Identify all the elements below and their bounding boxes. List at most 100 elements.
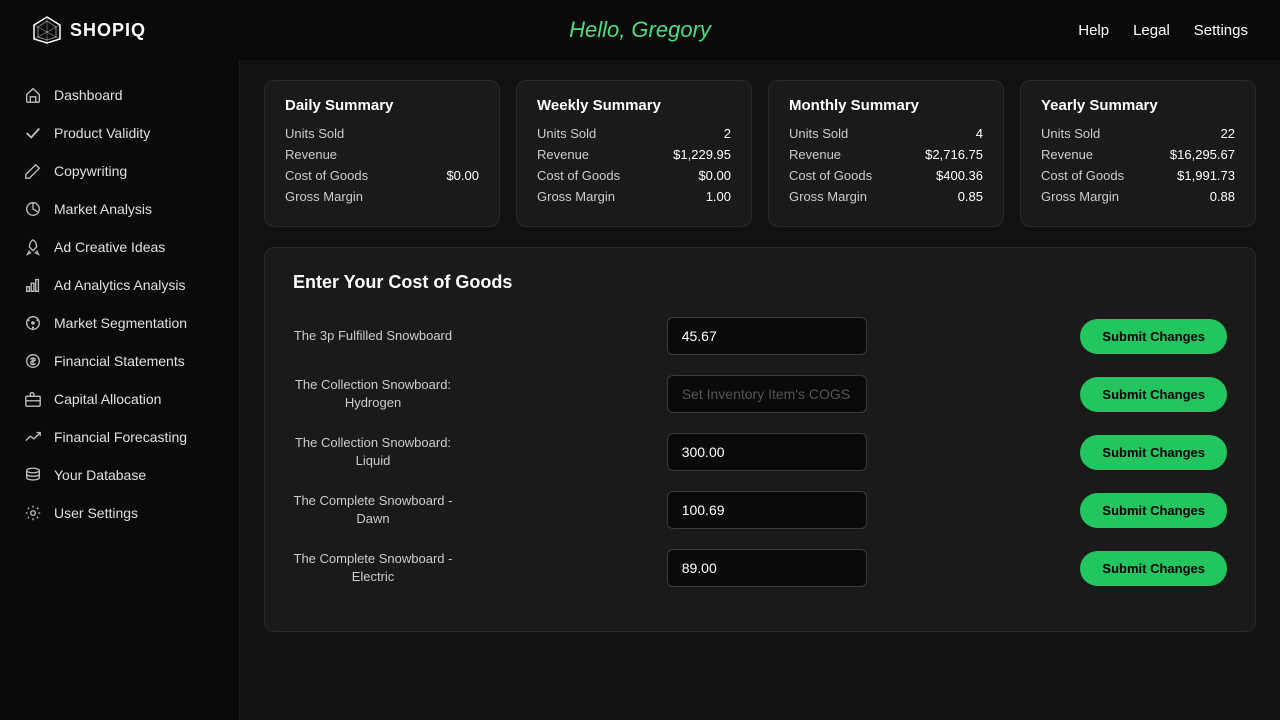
sidebar-item-financial-forecasting[interactable]: Financial Forecasting — [0, 418, 239, 456]
yearly-units-value: 22 — [1221, 126, 1235, 141]
cogs-input-3[interactable] — [667, 491, 867, 529]
sidebar-item-ad-analytics[interactable]: Ad Analytics Analysis — [0, 266, 239, 304]
monthly-summary-title: Monthly Summary — [789, 97, 983, 114]
sidebar-item-market-analysis[interactable]: Market Analysis — [0, 190, 239, 228]
yearly-revenue-value: $16,295.67 — [1170, 147, 1235, 162]
legal-link[interactable]: Legal — [1133, 22, 1170, 39]
daily-summary-title: Daily Summary — [285, 97, 479, 114]
circle-dots-icon — [24, 314, 42, 332]
monthly-margin-row: Gross Margin 0.85 — [789, 189, 983, 204]
weekly-margin-row: Gross Margin 1.00 — [537, 189, 731, 204]
sidebar-label-dashboard: Dashboard — [54, 87, 123, 103]
monthly-revenue-row: Revenue $2,716.75 — [789, 147, 983, 162]
yearly-revenue-label: Revenue — [1041, 147, 1093, 162]
weekly-revenue-label: Revenue — [537, 147, 589, 162]
yearly-units-label: Units Sold — [1041, 126, 1100, 141]
cogs-input-0[interactable] — [667, 317, 867, 355]
submit-btn-4[interactable]: Submit Changes — [1080, 551, 1227, 586]
settings-link[interactable]: Settings — [1194, 22, 1248, 39]
pencil-icon — [24, 162, 42, 180]
logo-icon — [32, 15, 62, 45]
layout: Dashboard Product Validity Copywriting M… — [0, 60, 1280, 720]
daily-summary-card: Daily Summary Units Sold Revenue Cost of… — [264, 80, 500, 227]
weekly-cogs-label: Cost of Goods — [537, 168, 620, 183]
weekly-summary-title: Weekly Summary — [537, 97, 731, 114]
check-icon — [24, 124, 42, 142]
sidebar-label-financial-forecasting: Financial Forecasting — [54, 429, 187, 445]
monthly-margin-label: Gross Margin — [789, 189, 867, 204]
yearly-cogs-value: $1,991.73 — [1177, 168, 1235, 183]
product-name-1: The Collection Snowboard: Hydrogen — [293, 376, 453, 412]
sidebar: Dashboard Product Validity Copywriting M… — [0, 60, 240, 720]
monthly-units-value: 4 — [976, 126, 983, 141]
cogs-row-0: The 3p Fulfilled Snowboard Submit Change… — [293, 317, 1227, 355]
sidebar-label-copywriting: Copywriting — [54, 163, 127, 179]
submit-btn-0[interactable]: Submit Changes — [1080, 319, 1227, 354]
weekly-margin-value: 1.00 — [706, 189, 731, 204]
sidebar-label-market-segmentation: Market Segmentation — [54, 315, 187, 331]
daily-units-row: Units Sold — [285, 126, 479, 141]
sidebar-item-copywriting[interactable]: Copywriting — [0, 152, 239, 190]
yearly-cogs-label: Cost of Goods — [1041, 168, 1124, 183]
main-content: Daily Summary Units Sold Revenue Cost of… — [240, 60, 1280, 720]
daily-cogs-value: $0.00 — [446, 168, 479, 183]
product-name-0: The 3p Fulfilled Snowboard — [293, 327, 453, 345]
yearly-summary-card: Yearly Summary Units Sold 22 Revenue $16… — [1020, 80, 1256, 227]
home-icon — [24, 86, 42, 104]
submit-btn-2[interactable]: Submit Changes — [1080, 435, 1227, 470]
help-link[interactable]: Help — [1078, 22, 1109, 39]
weekly-units-row: Units Sold 2 — [537, 126, 731, 141]
yearly-margin-value: 0.88 — [1210, 189, 1235, 204]
monthly-units-row: Units Sold 4 — [789, 126, 983, 141]
monthly-units-label: Units Sold — [789, 126, 848, 141]
weekly-cogs-value: $0.00 — [698, 168, 731, 183]
header-nav: Help Legal Settings — [1078, 22, 1248, 39]
gear-icon — [24, 504, 42, 522]
monthly-revenue-value: $2,716.75 — [925, 147, 983, 162]
monthly-cogs-value: $400.36 — [936, 168, 983, 183]
product-name-4: The Complete Snowboard - Electric — [293, 550, 453, 586]
cogs-row-3: The Complete Snowboard - Dawn Submit Cha… — [293, 491, 1227, 529]
yearly-units-row: Units Sold 22 — [1041, 126, 1235, 141]
cogs-input-4[interactable] — [667, 549, 867, 587]
sidebar-label-your-database: Your Database — [54, 467, 146, 483]
sidebar-item-user-settings[interactable]: User Settings — [0, 494, 239, 532]
sidebar-item-product-validity[interactable]: Product Validity — [0, 114, 239, 152]
cogs-input-1[interactable] — [667, 375, 867, 413]
greeting: Hello, Gregory — [569, 17, 711, 43]
sidebar-label-capital-allocation: Capital Allocation — [54, 391, 161, 407]
monthly-margin-value: 0.85 — [958, 189, 983, 204]
sidebar-item-your-database[interactable]: Your Database — [0, 456, 239, 494]
sidebar-label-user-settings: User Settings — [54, 505, 138, 521]
yearly-margin-row: Gross Margin 0.88 — [1041, 189, 1235, 204]
daily-revenue-row: Revenue — [285, 147, 479, 162]
weekly-summary-card: Weekly Summary Units Sold 2 Revenue $1,2… — [516, 80, 752, 227]
cogs-row-1: The Collection Snowboard: Hydrogen Submi… — [293, 375, 1227, 413]
product-name-3: The Complete Snowboard - Dawn — [293, 492, 453, 528]
sidebar-item-financial-statements[interactable]: Financial Statements — [0, 342, 239, 380]
weekly-units-label: Units Sold — [537, 126, 596, 141]
sidebar-item-market-segmentation[interactable]: Market Segmentation — [0, 304, 239, 342]
weekly-revenue-value: $1,229.95 — [673, 147, 731, 162]
submit-btn-3[interactable]: Submit Changes — [1080, 493, 1227, 528]
cogs-row-2: The Collection Snowboard: Liquid Submit … — [293, 433, 1227, 471]
cogs-section: Enter Your Cost of Goods The 3p Fulfille… — [264, 247, 1256, 632]
logo: SHOPIQ — [32, 15, 146, 45]
daily-margin-row: Gross Margin — [285, 189, 479, 204]
sidebar-label-ad-creative: Ad Creative Ideas — [54, 239, 165, 255]
monthly-revenue-label: Revenue — [789, 147, 841, 162]
monthly-cogs-label: Cost of Goods — [789, 168, 872, 183]
sidebar-label-product-validity: Product Validity — [54, 125, 150, 141]
yearly-margin-label: Gross Margin — [1041, 189, 1119, 204]
submit-btn-1[interactable]: Submit Changes — [1080, 377, 1227, 412]
sidebar-item-dashboard[interactable]: Dashboard — [0, 76, 239, 114]
monthly-cogs-row: Cost of Goods $400.36 — [789, 168, 983, 183]
cogs-input-2[interactable] — [667, 433, 867, 471]
sidebar-item-ad-creative[interactable]: Ad Creative Ideas — [0, 228, 239, 266]
rocket-icon — [24, 238, 42, 256]
dollar-icon — [24, 352, 42, 370]
sidebar-item-capital-allocation[interactable]: Capital Allocation — [0, 380, 239, 418]
briefcase-icon — [24, 390, 42, 408]
summary-cards: Daily Summary Units Sold Revenue Cost of… — [264, 80, 1256, 227]
daily-cogs-label: Cost of Goods — [285, 168, 368, 183]
